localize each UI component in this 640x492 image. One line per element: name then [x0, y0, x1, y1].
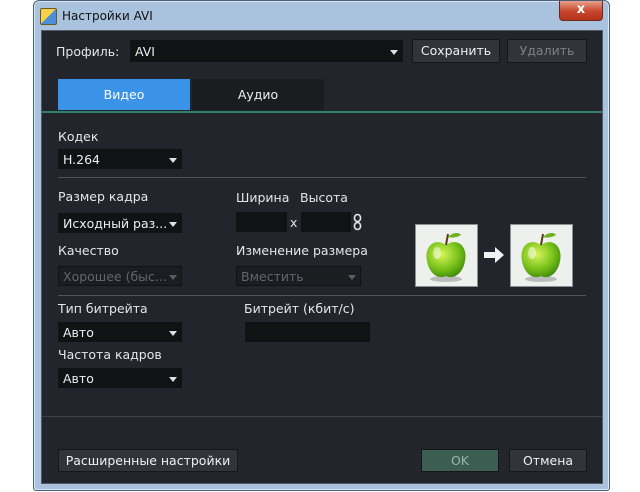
bitrate-type-dropdown[interactable]: Авто	[58, 322, 182, 342]
chevron-down-icon	[348, 275, 356, 280]
bitrate-input[interactable]	[245, 322, 370, 342]
tab-audio[interactable]: Аудио	[192, 79, 324, 110]
window-title: Настройки AVI	[62, 9, 153, 23]
app-icon	[40, 8, 57, 25]
source-preview-image	[415, 224, 478, 287]
settings-window: Настройки AVI x Профиль: AVI Сохранить У…	[33, 0, 610, 491]
height-label: Высота	[300, 190, 348, 205]
divider	[58, 295, 586, 296]
fps-label: Частота кадров	[58, 347, 162, 362]
bitrate-type-value: Авто	[63, 325, 94, 340]
delete-profile-button[interactable]: Удалить	[507, 39, 587, 63]
chevron-down-icon	[390, 50, 398, 55]
resize-label: Изменение размера	[236, 243, 368, 258]
fps-value: Авто	[63, 371, 94, 386]
codec-value: H.264	[63, 152, 101, 167]
chevron-down-icon	[169, 222, 177, 227]
chevron-down-icon	[169, 331, 177, 336]
dialog-body: Профиль: AVI Сохранить Удалить Видео Ауд…	[41, 30, 603, 484]
tab-video[interactable]: Видео	[58, 79, 190, 110]
dimension-separator: x	[290, 215, 298, 230]
codec-dropdown[interactable]: H.264	[58, 149, 182, 169]
profile-label: Профиль:	[56, 44, 120, 59]
divider	[58, 177, 586, 178]
profile-dropdown[interactable]: AVI	[130, 40, 403, 62]
width-input[interactable]	[236, 212, 287, 232]
arrow-right-icon	[483, 246, 505, 264]
chevron-down-icon	[169, 377, 177, 382]
save-profile-button[interactable]: Сохранить	[412, 39, 500, 63]
quality-dropdown[interactable]: Хорошее (быс...	[58, 266, 182, 286]
resize-value: Вместить	[241, 269, 304, 284]
fps-dropdown[interactable]: Авто	[58, 368, 182, 388]
width-label: Ширина	[236, 190, 290, 205]
close-button[interactable]: x	[559, 1, 603, 21]
cancel-button[interactable]: Отмена	[509, 449, 587, 472]
divider	[42, 416, 602, 417]
resize-dropdown[interactable]: Вместить	[236, 266, 361, 286]
frame-size-value: Исходный раз...	[63, 216, 168, 231]
title-bar[interactable]: Настройки AVI x	[34, 1, 609, 31]
chevron-down-icon	[169, 158, 177, 163]
chevron-down-icon	[169, 275, 177, 280]
codec-label: Кодек	[58, 129, 99, 144]
height-input[interactable]	[301, 212, 351, 232]
frame-size-label: Размер кадра	[58, 189, 149, 204]
result-preview-image	[510, 224, 573, 287]
link-chain-icon[interactable]	[353, 213, 362, 231]
bitrate-type-label: Тип битрейта	[58, 301, 148, 316]
tab-underline	[42, 111, 602, 113]
quality-value: Хорошее (быс...	[63, 269, 167, 284]
profile-value: AVI	[135, 44, 155, 59]
quality-label: Качество	[58, 243, 119, 258]
bitrate-value-label: Битрейт (кбит/с)	[244, 301, 355, 316]
advanced-settings-button[interactable]: Расширенные настройки	[58, 449, 238, 472]
ok-button[interactable]: OK	[421, 449, 499, 472]
frame-size-dropdown[interactable]: Исходный раз...	[58, 213, 182, 233]
